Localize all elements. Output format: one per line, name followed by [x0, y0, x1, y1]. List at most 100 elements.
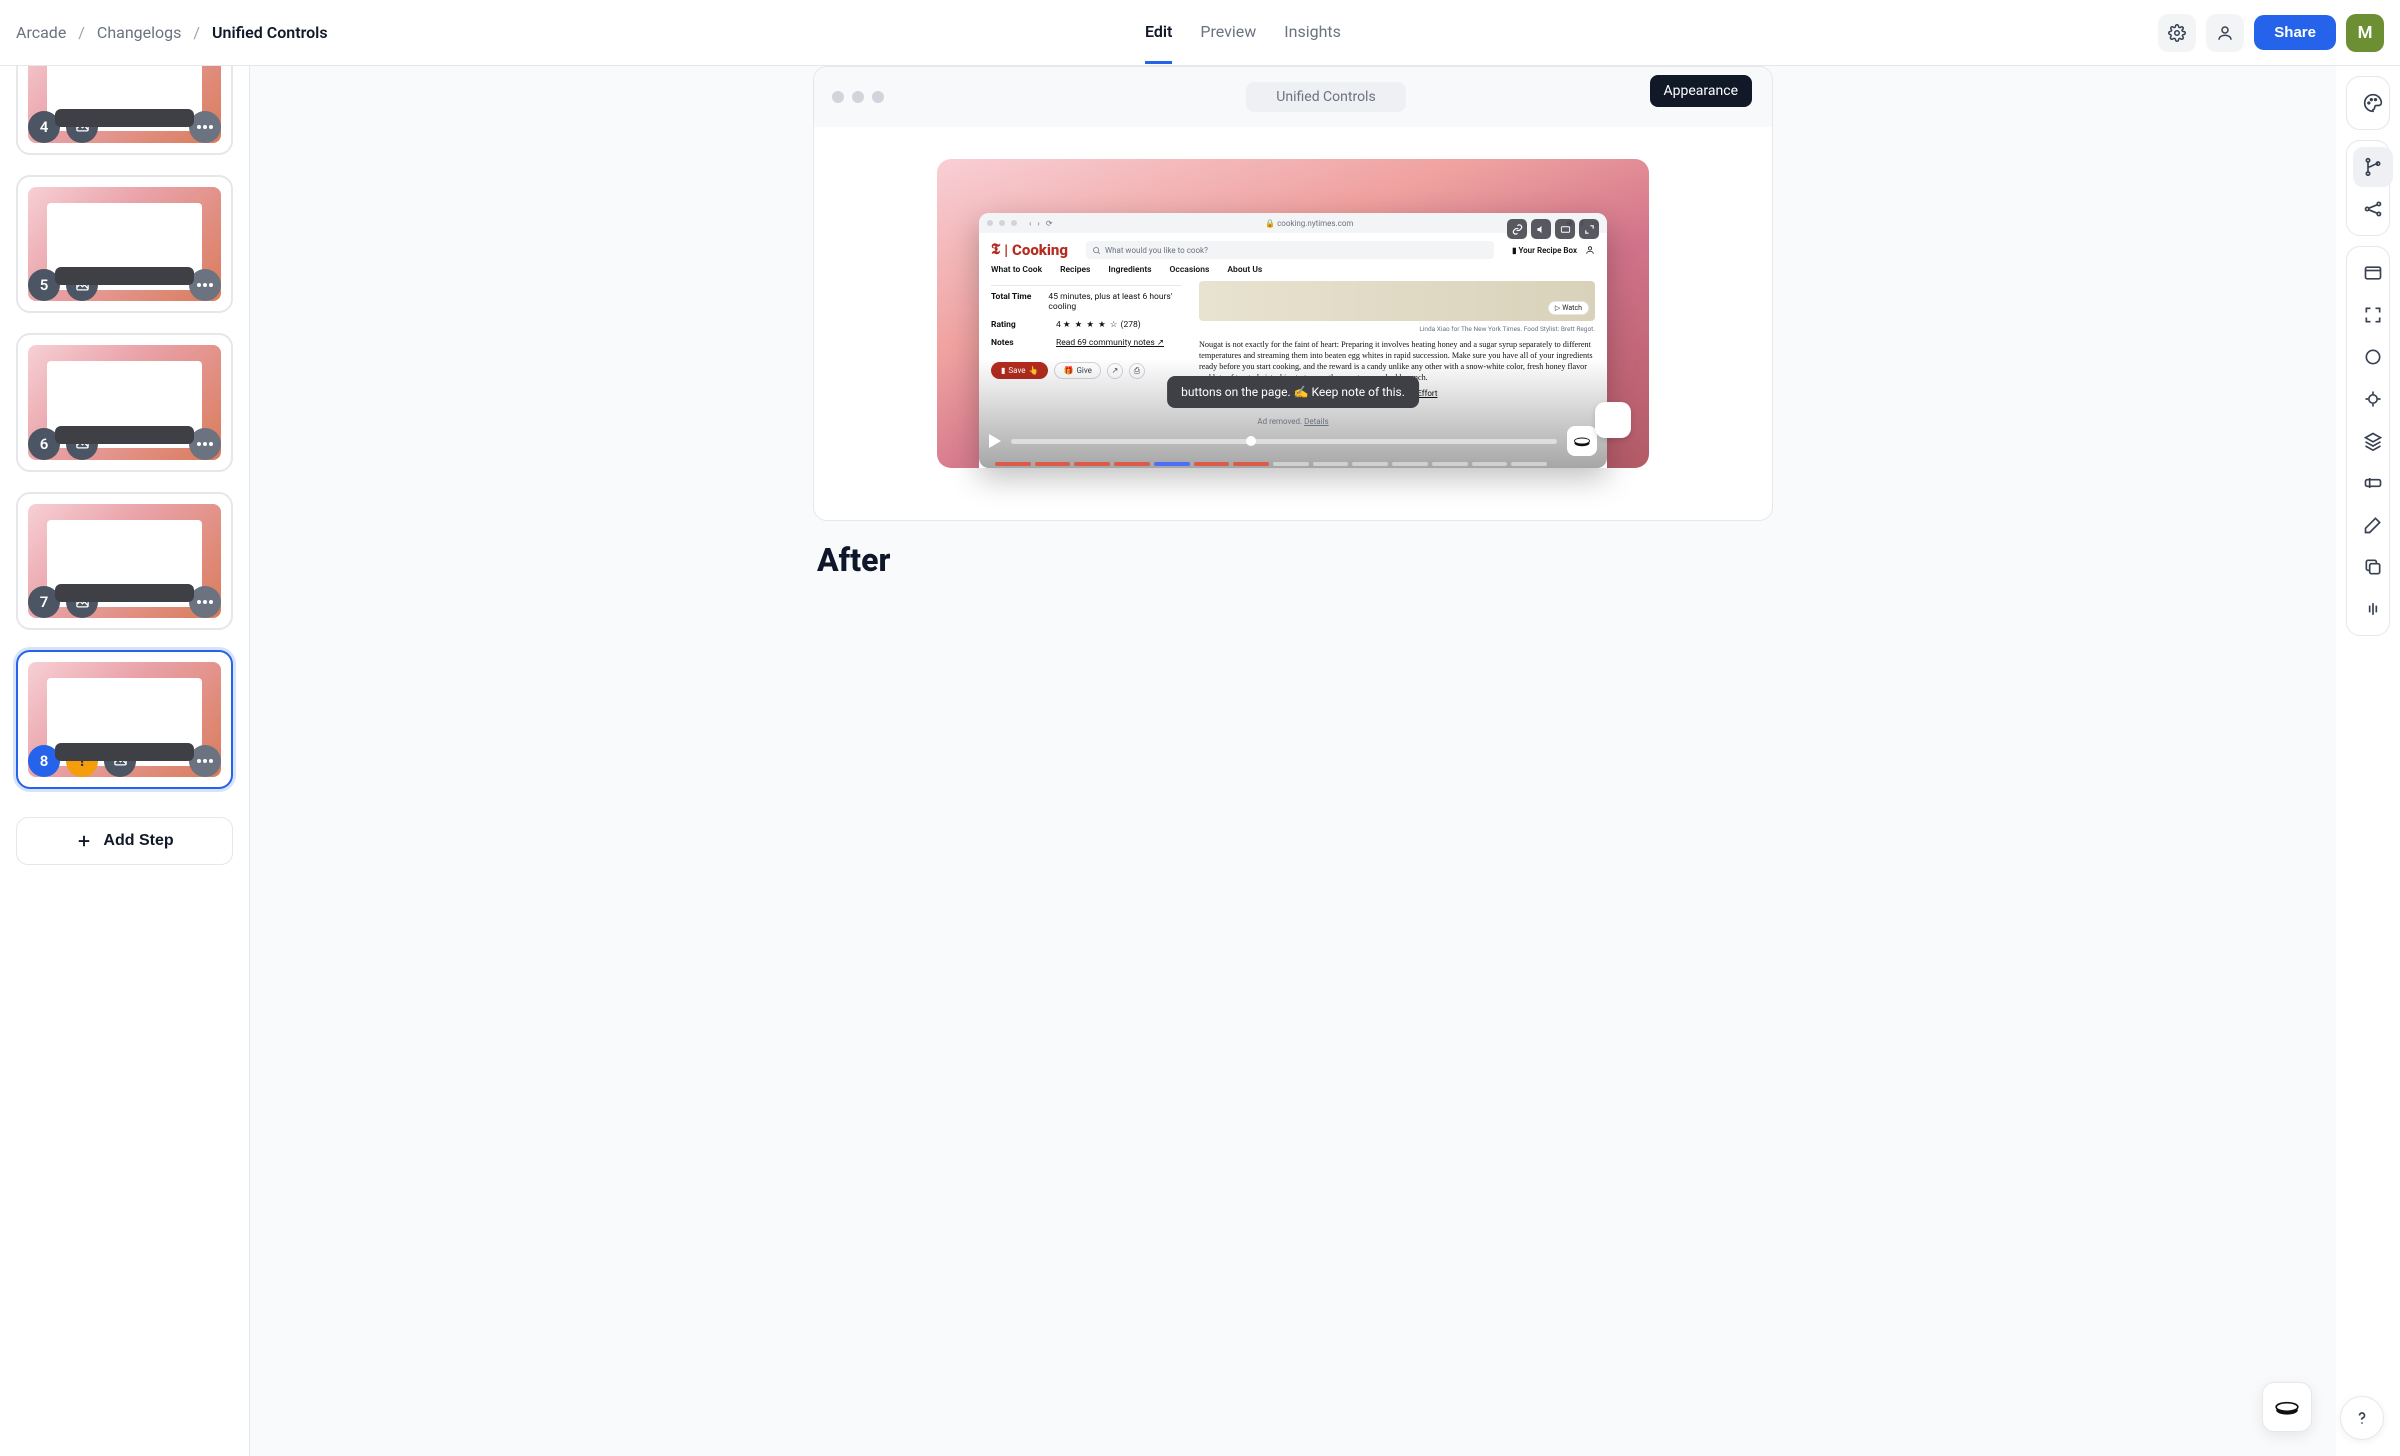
main: 4 5 6 7 [0, 66, 2400, 1456]
traffic-lights [832, 91, 884, 103]
share-button[interactable]: Share [2254, 15, 2336, 50]
traffic-dot [852, 91, 864, 103]
floating-arcade-button[interactable] [2262, 1382, 2312, 1432]
chapter-segments[interactable] [995, 462, 1547, 466]
mini-print-button: ⎙ [1129, 363, 1145, 379]
arcade-watermark [1595, 402, 1631, 438]
more-icon [197, 125, 213, 129]
help-icon [2352, 1408, 2372, 1428]
arcade-logo-icon [2274, 1398, 2300, 1416]
more-icon [197, 759, 213, 763]
stage-wrap: ‹›⟳ 🔒 cooking.nytimes.com ⊕⇪▭ [814, 159, 1772, 468]
share-nodes-icon [2363, 199, 2383, 219]
breadcrumb-sep: / [78, 23, 85, 42]
stage[interactable]: ‹›⟳ 🔒 cooking.nytimes.com ⊕⇪▭ [937, 159, 1649, 468]
tool-audio[interactable] [2353, 589, 2393, 629]
mini-nav: What to Cook Recipes Ingredients Occasio… [991, 259, 1595, 281]
tool-pen[interactable] [2353, 505, 2393, 545]
tool-duplicate[interactable] [2353, 547, 2393, 587]
person-icon [2216, 24, 2234, 42]
tabs: Edit Preview Insights [344, 2, 2143, 64]
recipe-meta: Total Time45 minutes, plus at least 6 ho… [991, 281, 1181, 398]
text-field-icon [2363, 473, 2383, 493]
tool-fullscreen[interactable] [2353, 295, 2393, 335]
palette-icon [2363, 93, 2383, 113]
appearance-tooltip: Appearance [1650, 75, 1752, 107]
breadcrumb-section[interactable]: Changelogs [97, 23, 182, 42]
breadcrumb: Arcade / Changelogs / Unified Controls [16, 23, 328, 42]
pen-icon [2363, 515, 2383, 535]
breadcrumb-current: Unified Controls [212, 23, 328, 42]
branch-icon [2363, 157, 2383, 177]
more-icon [197, 283, 213, 287]
topbar: Arcade / Changelogs / Unified Controls E… [0, 0, 2400, 66]
audio-wave-icon [2363, 599, 2383, 619]
mini-body: 𝕿 | Cooking What would you like to cook?… [979, 233, 1607, 398]
step-caption[interactable]: After [813, 541, 1773, 579]
recipe-box-link: ▮ Your Recipe Box [1512, 246, 1577, 255]
steps-panel: 4 5 6 7 [0, 66, 250, 1456]
more-icon [197, 442, 213, 446]
tab-edit[interactable]: Edit [1145, 2, 1172, 64]
step-card-7[interactable]: 7 [16, 492, 233, 631]
tool-appearance[interactable] [2353, 83, 2393, 123]
right-toolbar [2336, 66, 2400, 1456]
tab-preview[interactable]: Preview [1200, 2, 1256, 64]
browser-frame-icon [2363, 263, 2383, 283]
mini-give-button: 🎁 Give [1054, 362, 1100, 379]
tool-text-field[interactable] [2353, 463, 2393, 503]
mini-share-button: ↗ [1107, 363, 1123, 379]
traffic-dot [832, 91, 844, 103]
add-step-button[interactable]: Add Step [16, 817, 233, 865]
help-button[interactable] [2340, 1396, 2384, 1440]
gear-icon [2168, 24, 2186, 42]
step-card-6[interactable]: 6 [16, 333, 233, 472]
tool-cursor[interactable] [2353, 379, 2393, 419]
cursor-target-icon [2363, 389, 2383, 409]
more-icon [197, 600, 213, 604]
device-chrome: Unified Controls Appearance [814, 67, 1772, 127]
plus-icon [75, 832, 93, 850]
device-title[interactable]: Unified Controls [1246, 82, 1405, 112]
mini-browser: ‹›⟳ 🔒 cooking.nytimes.com ⊕⇪▭ [979, 213, 1607, 468]
search-icon [1092, 246, 1101, 255]
step-card-4[interactable]: 4 [16, 66, 233, 155]
tool-branch[interactable] [2353, 147, 2393, 187]
mini-save-button: ▮ Save 👆 [991, 362, 1048, 379]
breadcrumb-root[interactable]: Arcade [16, 23, 66, 42]
canvas: Unified Controls Appearance ‹›⟳ 🔒 cookin… [250, 66, 2336, 1456]
tool-layers[interactable] [2353, 421, 2393, 461]
traffic-dot [872, 91, 884, 103]
avatar[interactable]: M [2346, 14, 2384, 52]
fullscreen-icon [2363, 305, 2383, 325]
ad-removed-text: Ad removed. Details [1257, 417, 1328, 426]
add-step-label: Add Step [103, 832, 173, 850]
play-icon[interactable] [989, 434, 1001, 448]
mini-url: 🔒 cooking.nytimes.com [1059, 219, 1561, 228]
recipe-hero-image: ▷ Watch [1199, 281, 1595, 321]
circle-icon [2363, 347, 2383, 367]
person-icon [1585, 245, 1595, 255]
player-logo-button[interactable] [1567, 426, 1597, 456]
layers-icon [2363, 431, 2383, 451]
player-bar[interactable] [989, 426, 1597, 456]
watch-chip: ▷ Watch [1548, 301, 1589, 315]
tab-insights[interactable]: Insights [1284, 2, 1341, 64]
settings-button[interactable] [2158, 14, 2196, 52]
tool-browser-frame[interactable] [2353, 253, 2393, 293]
photo-credit: Linda Xiao for The New York Times. Food … [1199, 325, 1595, 333]
topbar-right: Share M [2158, 14, 2384, 52]
nyt-cooking-logo: 𝕿 | Cooking [991, 241, 1068, 259]
device-frame: Unified Controls Appearance ‹›⟳ 🔒 cookin… [813, 66, 1773, 521]
mini-search: What would you like to cook? [1086, 241, 1494, 259]
arcade-logo-icon [1573, 435, 1591, 447]
account-button[interactable] [2206, 14, 2244, 52]
callout-bubble[interactable]: buttons on the page. ✍️ Keep note of thi… [1167, 376, 1419, 408]
step-card-5[interactable]: 5 [16, 175, 233, 314]
tool-hotspot[interactable] [2353, 337, 2393, 377]
step-card-8[interactable]: 8 ! [16, 650, 233, 789]
breadcrumb-sep: / [193, 23, 200, 42]
duplicate-icon [2363, 557, 2383, 577]
progress-bar[interactable] [1011, 439, 1557, 444]
tool-share-flow[interactable] [2353, 189, 2393, 229]
